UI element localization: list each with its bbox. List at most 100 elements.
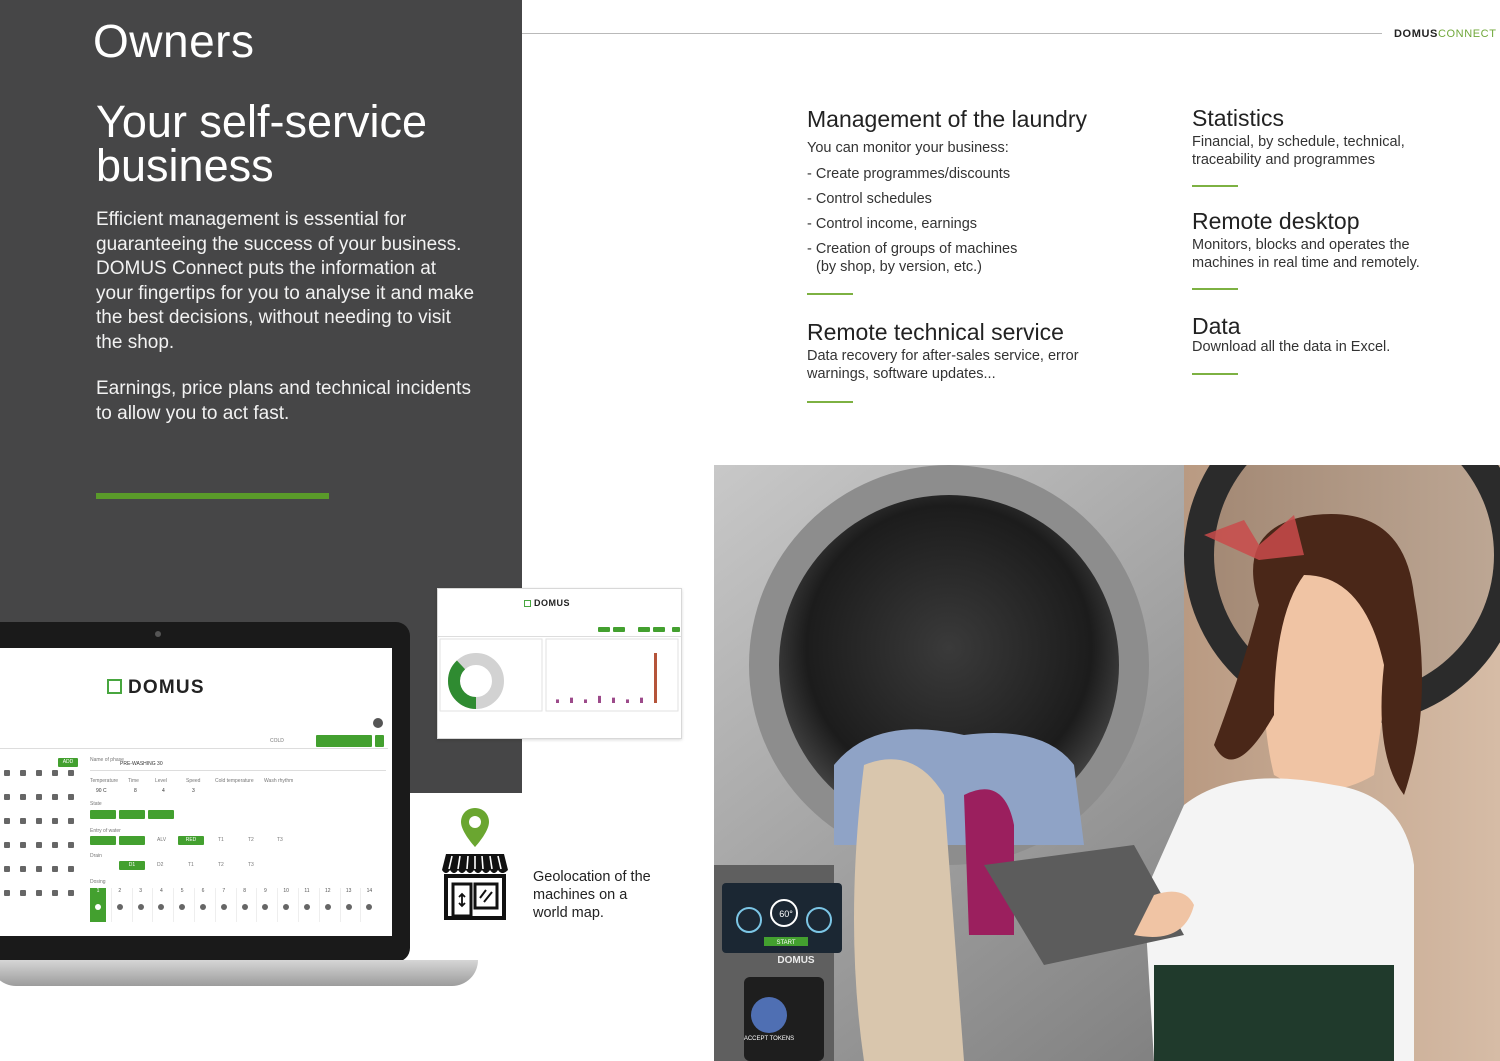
state-label: State — [90, 801, 102, 807]
dosing-cell[interactable]: 5 — [173, 888, 190, 922]
drain-option[interactable]: T2 — [218, 862, 224, 868]
dosing-cell[interactable]: 3 — [131, 888, 149, 922]
dashboard-bar — [570, 697, 573, 703]
dosing-cell[interactable]: 1 — [90, 888, 106, 922]
program-icon[interactable] — [36, 890, 42, 896]
dosing-cell[interactable]: 6 — [194, 888, 211, 922]
dosing-cell[interactable]: 2 — [110, 888, 128, 922]
dosing-number: 2 — [118, 888, 122, 894]
entry-option[interactable]: T1 — [218, 837, 224, 843]
filter-button[interactable] — [638, 627, 650, 632]
entry-option[interactable]: ALV — [157, 837, 166, 843]
dosing-cell[interactable]: 4 — [152, 888, 169, 922]
filter-button[interactable] — [672, 627, 680, 632]
dashboard-charts — [439, 638, 679, 712]
dosing-number: 5 — [180, 888, 184, 894]
program-icon[interactable] — [20, 818, 26, 824]
program-icon[interactable] — [20, 842, 26, 848]
entry-option[interactable]: T3 — [277, 837, 283, 843]
filter-button[interactable] — [653, 627, 665, 632]
domus-logo: DOMUS — [524, 598, 570, 608]
laptop-base — [0, 960, 478, 986]
entry-option[interactable]: T2 — [248, 837, 254, 843]
program-icon[interactable] — [36, 770, 42, 776]
program-icon[interactable] — [68, 866, 74, 872]
program-icon[interactable] — [4, 794, 10, 800]
program-icon[interactable] — [20, 890, 26, 896]
program-icon[interactable] — [36, 794, 42, 800]
entry-button[interactable] — [90, 836, 116, 845]
name-value[interactable]: PRE-WASHING 30 — [120, 761, 163, 767]
cold-select[interactable] — [316, 735, 372, 747]
filter-button[interactable] — [613, 627, 625, 632]
param-wash-rhythm: Wash rhythm — [264, 778, 294, 784]
dosing-icon — [304, 904, 310, 910]
dosing-icon — [137, 904, 144, 910]
dosing-cell[interactable]: 11 — [298, 888, 315, 922]
dosing-cell[interactable]: 10 — [277, 888, 294, 922]
program-icon[interactable] — [4, 818, 10, 824]
dosing-number: 7 — [222, 888, 226, 894]
drain-option[interactable]: T3 — [248, 862, 254, 868]
feature-title-data: Data — [1192, 313, 1241, 339]
program-icon[interactable] — [52, 890, 58, 896]
program-icon[interactable] — [4, 770, 10, 776]
program-icon[interactable] — [68, 794, 74, 800]
program-icon[interactable] — [20, 770, 26, 776]
entry-button[interactable] — [119, 836, 145, 845]
program-icon[interactable] — [52, 770, 58, 776]
program-icon[interactable] — [4, 890, 10, 896]
dashboard-bar — [556, 699, 559, 703]
token-label: ACCEPT TOKENS — [744, 1036, 794, 1042]
dosing-number: 8 — [243, 888, 246, 894]
cold-select-arrow[interactable] — [375, 735, 384, 747]
program-icon[interactable] — [52, 794, 58, 800]
divider — [0, 748, 388, 749]
filter-button[interactable] — [598, 627, 610, 632]
dosing-cell[interactable]: 12 — [318, 888, 336, 922]
param-value[interactable]: 3 — [192, 788, 195, 794]
drain-option[interactable]: D2 — [157, 862, 163, 868]
state-button[interactable] — [119, 810, 145, 819]
add-button[interactable]: ADD — [58, 758, 78, 767]
program-icon[interactable] — [68, 770, 74, 776]
dosing-cell[interactable]: 7 — [214, 888, 232, 922]
domus-logo: DOMUS — [107, 677, 205, 699]
drain-option[interactable]: T1 — [188, 862, 194, 868]
shop-icon — [442, 854, 508, 920]
program-icon[interactable] — [36, 866, 42, 872]
program-icon[interactable] — [20, 866, 26, 872]
entry-option-selected[interactable]: RED — [178, 836, 204, 845]
program-icon[interactable] — [4, 842, 10, 848]
entry-label: Entry of water — [90, 828, 121, 834]
param-value[interactable]: 8 — [134, 788, 137, 794]
program-icon[interactable] — [36, 818, 42, 824]
location-pin-icon — [461, 808, 489, 847]
program-icon[interactable] — [68, 842, 74, 848]
dosing-cell[interactable]: 8 — [235, 888, 253, 922]
dosing-cell[interactable]: 9 — [256, 888, 273, 922]
dosing-cell[interactable]: 14 — [360, 888, 377, 922]
dashboard-bar — [654, 653, 657, 703]
drain-option-selected[interactable]: D1 — [119, 861, 145, 870]
display-start-label: START — [776, 940, 795, 946]
program-icon[interactable] — [52, 818, 58, 824]
param-value[interactable]: 4 — [162, 788, 165, 794]
dashboard-bar — [640, 697, 643, 703]
program-icon[interactable] — [52, 842, 58, 848]
user-avatar[interactable] — [373, 718, 383, 728]
program-icon[interactable] — [68, 890, 74, 896]
program-icon[interactable] — [20, 794, 26, 800]
param-level: Level — [155, 778, 167, 784]
program-icon[interactable] — [52, 866, 58, 872]
state-button[interactable] — [148, 810, 174, 819]
state-button[interactable] — [90, 810, 116, 819]
feature-title-remote-desktop: Remote desktop — [1192, 208, 1360, 234]
dosing-icon — [345, 904, 352, 910]
param-value[interactable]: 90 C — [96, 788, 107, 794]
program-icon[interactable] — [68, 818, 74, 824]
program-icon[interactable] — [4, 866, 10, 872]
dosing-cell[interactable]: 13 — [339, 888, 357, 922]
feature-rule — [1192, 288, 1238, 290]
program-icon[interactable] — [36, 842, 42, 848]
